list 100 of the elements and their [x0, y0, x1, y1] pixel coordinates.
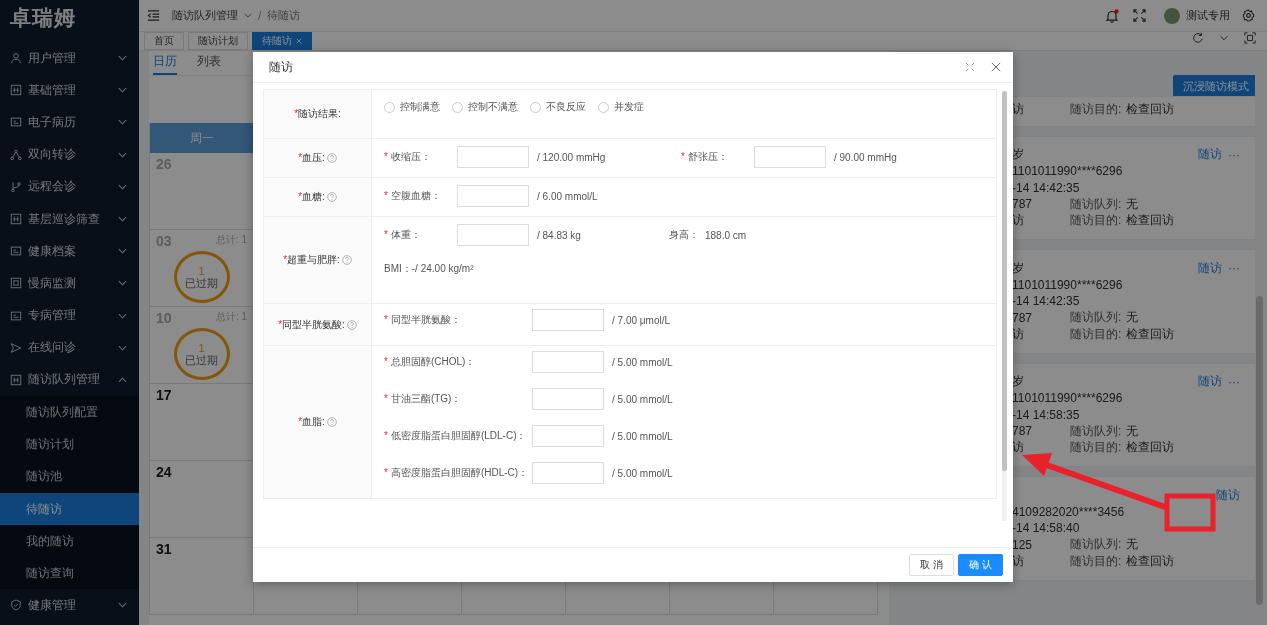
help-icon[interactable]: [346, 319, 357, 330]
cancel-button[interactable]: 取 消: [909, 554, 955, 576]
page-tab[interactable]: 待随访: [252, 32, 312, 50]
field-label: * 舒张压：: [681, 150, 729, 164]
page-tab[interactable]: 随访计划: [188, 32, 248, 50]
reference-value: / 6.00 mmol/L: [537, 190, 598, 202]
sidebar-subitem[interactable]: 随访池: [0, 460, 139, 493]
queue-value: 无: [1126, 422, 1138, 440]
sidebar-subitem[interactable]: 随访队列配置: [0, 396, 139, 429]
patient-age: 岁: [1012, 259, 1025, 277]
sidebar-subitem[interactable]: 随访计划: [0, 428, 139, 461]
sidebar-item[interactable]: 远程会诊: [0, 170, 139, 203]
sidebar-subitem[interactable]: 待随访: [0, 492, 139, 525]
section-label: *同型半胱氨酸:: [278, 317, 345, 332]
purpose-label: 随访目的:: [1070, 212, 1123, 230]
sidebar-subitem[interactable]: 随访查询: [0, 557, 139, 590]
fullscreen-icon[interactable]: [1133, 9, 1146, 22]
sidebar-item[interactable]: 专病管理: [0, 299, 139, 332]
input-field[interactable]: [457, 185, 529, 207]
radio-option[interactable]: 不良反应: [530, 100, 586, 114]
reference-value: / 5.00 mmol/L: [612, 356, 673, 368]
field-label: * 低密度脂蛋白胆固醇(LDL-C)：: [384, 429, 528, 443]
follow-up-link[interactable]: 随访: [1198, 259, 1222, 277]
menu-icon[interactable]: [147, 9, 160, 22]
follow-up-link[interactable]: 随访: [1198, 146, 1222, 164]
id-number: 4109282020****3456: [1012, 504, 1125, 519]
input-field[interactable]: [532, 462, 604, 484]
sidebar-item[interactable]: 在线问诊: [0, 331, 139, 364]
date-number: 31: [156, 541, 172, 557]
field-label: * 总胆固醇(CHOL)：: [384, 355, 477, 369]
created-time: -14 14:42:35: [1012, 180, 1080, 195]
refresh-icon[interactable]: [1192, 32, 1204, 44]
date-number: 17: [156, 387, 172, 403]
card-icon: [10, 309, 22, 322]
input-field[interactable]: [457, 146, 529, 168]
sidebar-item[interactable]: 电子病历: [0, 106, 139, 139]
input-field[interactable]: [532, 425, 604, 447]
input-field[interactable]: [457, 224, 529, 246]
confirm-button[interactable]: 确 认: [958, 554, 1003, 576]
purpose-value: 检查回访: [1126, 212, 1174, 230]
purpose-label: 随访目的:: [1070, 552, 1123, 570]
fullscreen-icon[interactable]: [965, 62, 975, 72]
sidebar-item[interactable]: 双向转诊: [0, 138, 139, 171]
view-tab[interactable]: 列表: [197, 53, 221, 75]
radio-option[interactable]: 并发症: [598, 100, 644, 114]
sidebar-item[interactable]: 慢病监测: [0, 267, 139, 300]
user-icon: [10, 52, 22, 65]
user-name[interactable]: 测试专用: [1186, 8, 1230, 23]
overdue-badge[interactable]: 1 已过期: [173, 328, 230, 380]
purpose-label: 随访目的:: [1070, 100, 1123, 118]
purpose-value: 检查回访: [1126, 325, 1174, 343]
purpose-label: 随访目的:: [1070, 439, 1123, 457]
card-icon: [10, 116, 22, 129]
input-field[interactable]: [532, 388, 604, 410]
settings-icon[interactable]: [1242, 9, 1255, 22]
reference-value: / 5.00 mmol/L: [612, 467, 673, 479]
more-link[interactable]: ···: [1228, 374, 1240, 389]
shield-icon: [10, 599, 22, 612]
input-field[interactable]: [532, 351, 604, 373]
follow-up-link[interactable]: 随访: [1198, 373, 1222, 391]
card-icon: [10, 245, 22, 258]
breadcrumb-link[interactable]: 随访队列管理: [172, 8, 238, 23]
patient-age: 岁: [1012, 373, 1025, 391]
field-label: * 收缩压：: [384, 150, 432, 164]
follow-up-link[interactable]: 随访: [1216, 486, 1240, 504]
sidebar-item[interactable]: 随访队列管理: [0, 363, 139, 397]
sidebar-item[interactable]: 基层巡诊筛查: [0, 202, 139, 236]
created-time: -14 14:42:35: [1012, 294, 1080, 309]
sidebar-item[interactable]: 用户管理: [0, 42, 139, 75]
avatar[interactable]: [1164, 7, 1180, 24]
radio-option[interactable]: 控制满意: [384, 100, 440, 114]
section-label: *血压:: [298, 151, 325, 165]
help-icon[interactable]: [326, 192, 337, 202]
view-tab[interactable]: 日历: [153, 53, 177, 75]
chevron-icon: [244, 13, 252, 18]
more-link[interactable]: ···: [1228, 261, 1240, 276]
sidebar-item[interactable]: 基础管理: [0, 74, 139, 107]
sidebar-item[interactable]: 健康档案: [0, 235, 139, 268]
page-tab[interactable]: 首页: [144, 32, 184, 50]
help-icon[interactable]: [326, 153, 337, 163]
close-icon[interactable]: [991, 62, 1001, 72]
reference-value: / 84.83 kg: [537, 229, 581, 241]
sidebar-item[interactable]: 健康管理: [0, 589, 139, 622]
scrollbar[interactable]: [1002, 91, 1007, 521]
input-field[interactable]: [532, 309, 604, 331]
purpose-value: 检查回访: [1126, 439, 1174, 457]
id-number: 1101011990****6296: [1012, 164, 1123, 179]
more-link[interactable]: ···: [1228, 147, 1240, 162]
help-icon[interactable]: [326, 417, 337, 427]
input-field[interactable]: [754, 146, 826, 168]
date-number: 24: [156, 464, 172, 480]
created-time: -14 14:58:35: [1012, 407, 1080, 422]
sidebar-subitem[interactable]: 我的随访: [0, 524, 139, 557]
help-icon[interactable]: [341, 255, 352, 265]
bell-icon[interactable]: [1105, 8, 1119, 23]
square-icon: [10, 277, 22, 290]
purpose-value: 检查回访: [1126, 552, 1174, 570]
radio-option[interactable]: 控制不满意: [452, 100, 518, 114]
expand-icon[interactable]: [1244, 32, 1256, 44]
overdue-badge[interactable]: 1 已过期: [173, 251, 230, 303]
